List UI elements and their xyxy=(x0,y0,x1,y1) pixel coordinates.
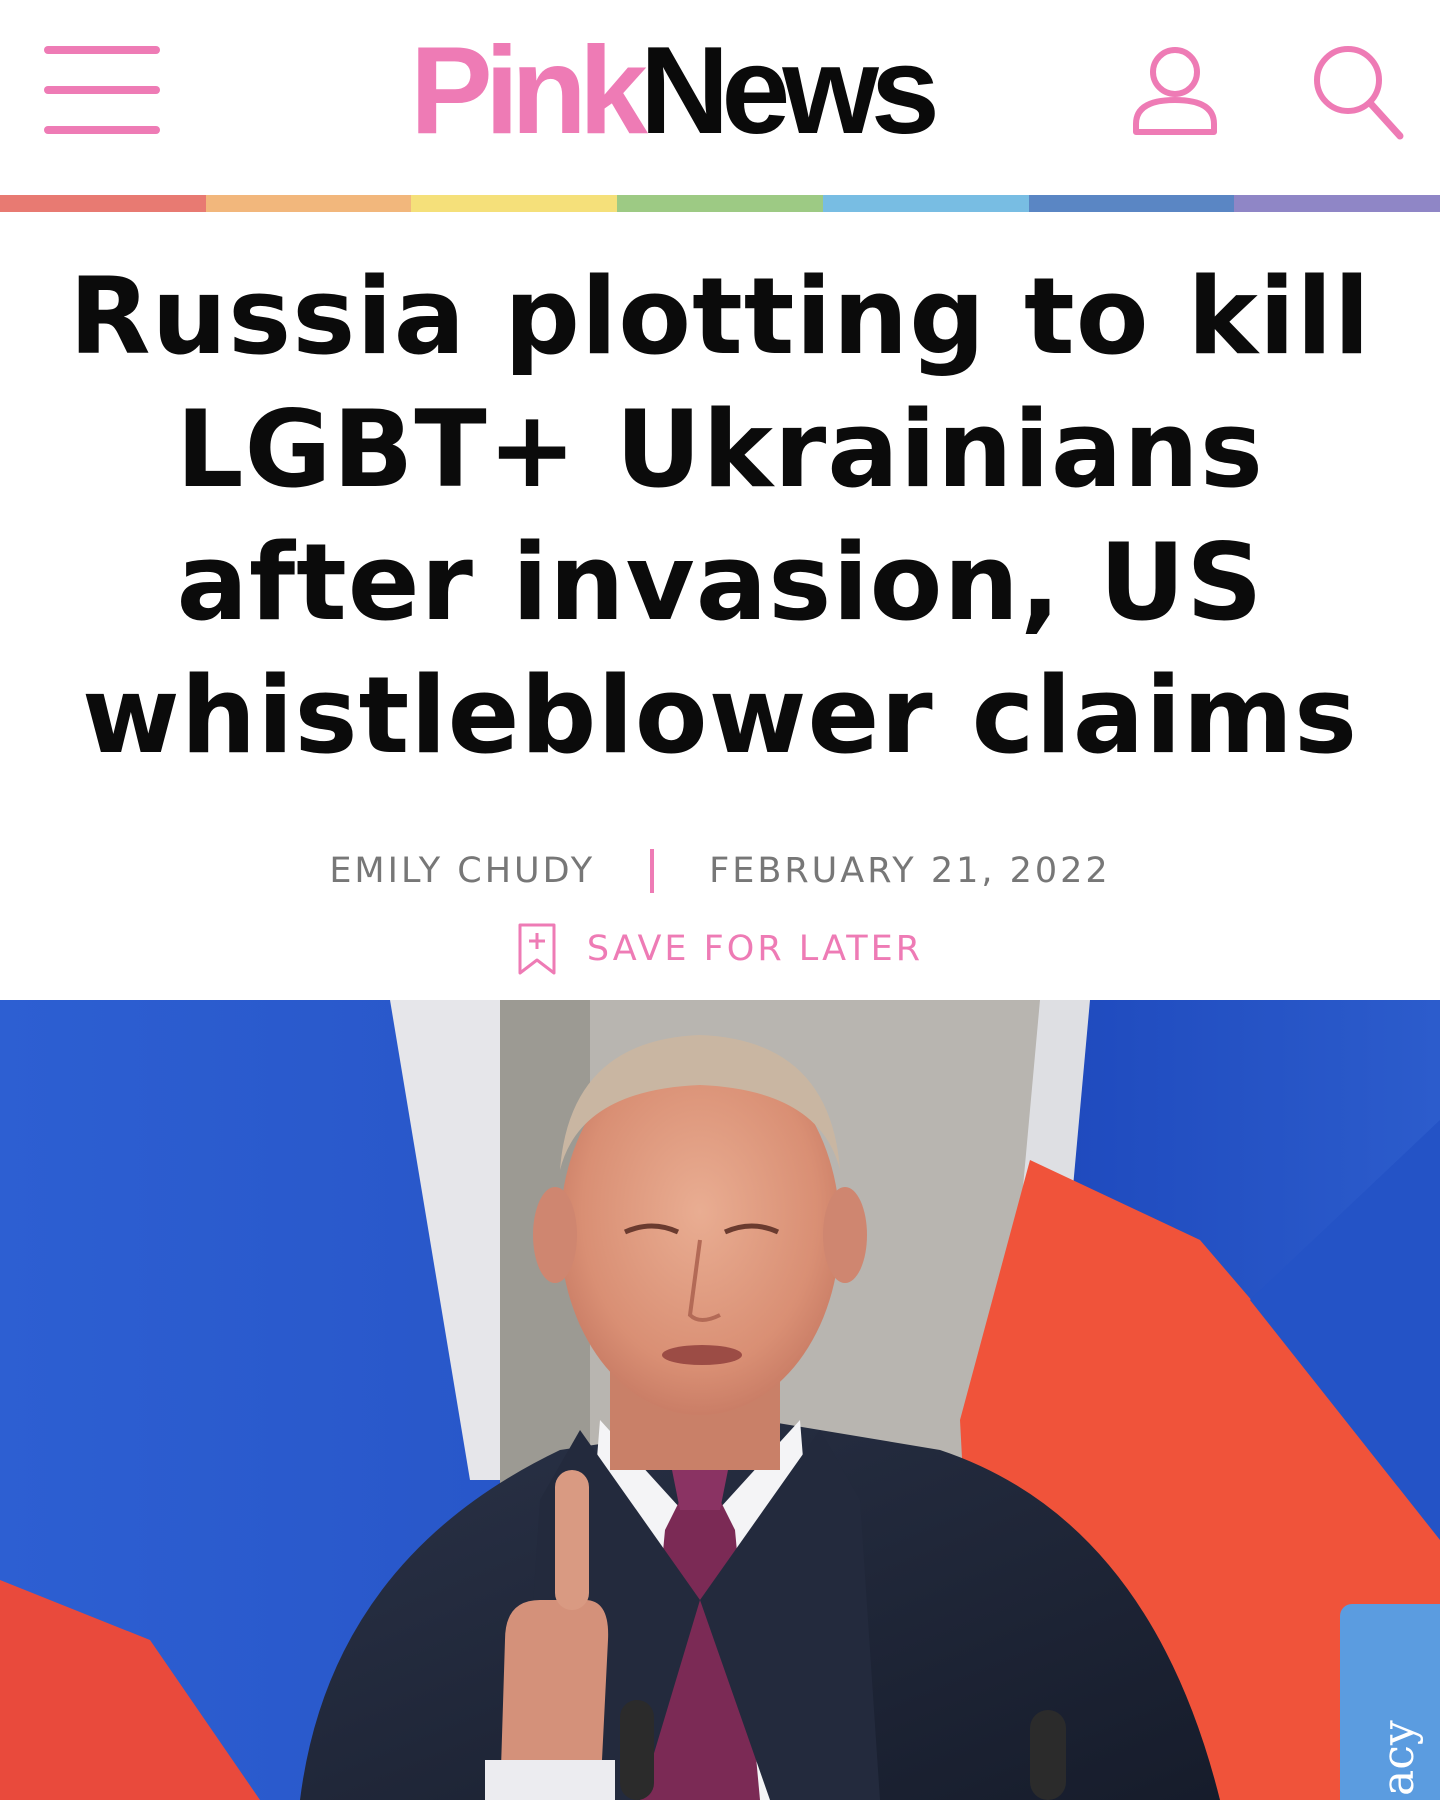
byline: EMILY CHUDY FEBRUARY 21, 2022 xyxy=(0,848,1440,894)
byline-divider xyxy=(650,849,655,893)
site-header: Pink News xyxy=(0,0,1440,196)
publish-date: FEBRUARY 21, 2022 xyxy=(709,851,1111,891)
rainbow-yellow xyxy=(411,195,618,212)
rainbow-red xyxy=(0,195,206,212)
privacy-tab-label: acy xyxy=(1373,1720,1424,1796)
site-logo[interactable]: Pink News xyxy=(410,22,940,160)
rainbow-orange xyxy=(205,195,412,212)
save-for-later-label: SAVE FOR LATER xyxy=(586,929,924,969)
rainbow-blue xyxy=(822,195,1029,212)
hamburger-menu-icon[interactable] xyxy=(42,44,162,136)
search-icon[interactable] xyxy=(1310,42,1406,142)
rainbow-stripe xyxy=(0,195,1440,212)
user-account-icon[interactable] xyxy=(1132,44,1218,136)
logo-news-text: News xyxy=(639,22,940,160)
logo-pink-text: Pink xyxy=(410,22,648,160)
bookmark-add-icon xyxy=(518,923,556,975)
article-headline: Russia plotting to kill LGBT+ Ukrainians… xyxy=(69,255,1371,777)
rainbow-violet xyxy=(1234,195,1440,212)
article-hero-image xyxy=(0,1000,1440,1800)
rainbow-green xyxy=(617,195,823,212)
privacy-settings-tab[interactable]: acy xyxy=(1340,1604,1440,1800)
rainbow-indigo xyxy=(1028,195,1235,212)
save-for-later-button[interactable]: SAVE FOR LATER xyxy=(0,920,1440,978)
author-name[interactable]: EMILY CHUDY xyxy=(329,851,595,891)
hero-photo xyxy=(0,1000,1440,1800)
